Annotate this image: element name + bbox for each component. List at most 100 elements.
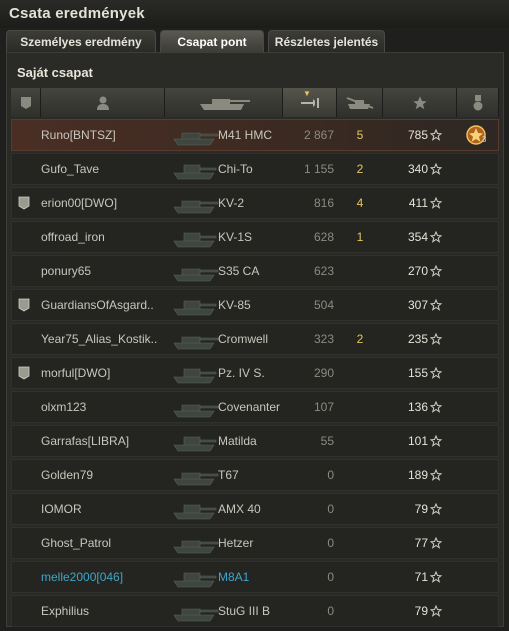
experience-star-icon xyxy=(412,95,427,109)
kills-value xyxy=(348,494,372,524)
vehicle-name: KV-85 xyxy=(218,298,251,312)
experience-star-icon xyxy=(430,299,442,311)
tank-icon xyxy=(173,336,219,350)
table-row[interactable]: Exphilius StuG III B 0 79 xyxy=(11,595,499,627)
table-row[interactable]: Year75_Alias_Kostik.. Cromwell 323 2 235 xyxy=(11,323,499,355)
player-name: ponury65 xyxy=(41,264,92,278)
table-row[interactable]: offroad_iron KV-1S 628 1 354 xyxy=(11,221,499,253)
table-row[interactable]: morful[DWO] Pz. IV S. 290 155 xyxy=(11,357,499,389)
damage-value: 504 xyxy=(313,298,334,312)
kills-value xyxy=(348,460,372,490)
clan-column-header[interactable] xyxy=(11,88,41,117)
player-name: melle2000[046] xyxy=(41,570,124,584)
table-row[interactable]: Runo[BNTSZ] M41 HMC 2 867 5 785 3 xyxy=(11,119,499,151)
experience-value: 79 xyxy=(414,502,428,516)
damage-value: 107 xyxy=(313,400,334,414)
medal-icon xyxy=(473,94,482,110)
player-name: Year75_Alias_Kostik.. xyxy=(41,332,158,346)
experience-star-icon xyxy=(430,537,442,549)
experience-value: 411 xyxy=(408,196,428,210)
experience-value: 307 xyxy=(407,298,428,312)
experience-star-icon xyxy=(430,197,442,209)
experience-value: 270 xyxy=(407,264,428,278)
tank-icon xyxy=(173,200,219,214)
table-row[interactable]: Gufo_Tave Chi-To 1 155 2 340 xyxy=(11,153,499,185)
title-bar: Csata eredmények xyxy=(0,0,509,28)
damage-value: 323 xyxy=(313,332,334,346)
experience-value: 354 xyxy=(407,230,428,244)
vehicle-name: Hetzer xyxy=(218,536,254,550)
vehicle-name: Chi-To xyxy=(218,162,253,176)
medal-count: 3 xyxy=(482,135,487,144)
tank-icon xyxy=(173,572,217,588)
kills-value xyxy=(348,596,372,626)
experience-star-icon xyxy=(430,163,442,175)
experience-star-icon xyxy=(430,231,442,243)
player-name: Ghost_Patrol xyxy=(41,536,112,550)
tab-personal-results[interactable]: Személyes eredmény xyxy=(6,30,156,52)
vehicle-column-header[interactable] xyxy=(165,88,283,117)
experience-value: 235 xyxy=(407,332,428,346)
vehicle-name: StuG III B xyxy=(218,604,271,618)
table-row[interactable]: erion00[DWO] KV-2 816 4 411 xyxy=(11,187,499,219)
player-name: Garrafas[LIBRA] xyxy=(41,434,130,448)
vehicle-name: T67 xyxy=(218,468,239,482)
table-row[interactable]: IOMOR AMX 40 0 79 xyxy=(11,493,499,525)
tank-icon xyxy=(173,300,217,316)
team-title: Saját csapat xyxy=(17,65,93,80)
tank-icon xyxy=(173,540,219,554)
experience-star-icon xyxy=(430,503,442,515)
player-icon xyxy=(96,96,109,110)
vehicle-name: Cromwell xyxy=(218,332,269,346)
experience-value: 77 xyxy=(414,536,428,550)
damage-value: 816 xyxy=(313,196,334,210)
player-name: GuardiansOfAsgard.. xyxy=(41,298,154,312)
kills-value: 2 xyxy=(356,332,364,346)
kills-value: 1 xyxy=(356,230,364,244)
player-name: Runo[BNTSZ] xyxy=(41,128,116,142)
kills-value xyxy=(348,528,372,558)
damage-column-header[interactable]: ▼ xyxy=(283,88,337,117)
player-column-header[interactable] xyxy=(41,88,165,117)
kills-value xyxy=(348,426,372,456)
tank-icon xyxy=(173,232,217,248)
tank-icon xyxy=(173,608,219,622)
kills-value: 5 xyxy=(356,128,364,142)
tank-icon xyxy=(173,132,219,146)
vehicle-name: S35 CA xyxy=(218,264,260,278)
tab-detailed-report[interactable]: Részletes jelentés xyxy=(268,30,385,52)
tab-team-score[interactable]: Csapat pont xyxy=(160,30,264,52)
experience-star-icon xyxy=(430,367,442,379)
table-row[interactable]: ponury65 S35 CA 623 270 xyxy=(11,255,499,287)
kills-value xyxy=(348,256,372,286)
table-row[interactable]: melle2000[046] M8A1 0 71 xyxy=(11,561,499,593)
tank-icon xyxy=(173,472,219,486)
kills-column-header[interactable] xyxy=(337,88,383,117)
vehicle-name: KV-2 xyxy=(218,196,245,210)
damage-value: 0 xyxy=(327,570,334,584)
tank-icon xyxy=(199,98,250,110)
experience-star-icon xyxy=(430,605,442,617)
experience-value: 340 xyxy=(407,162,428,176)
table-row[interactable]: Ghost_Patrol Hetzer 0 77 xyxy=(11,527,499,559)
table-row[interactable]: Garrafas[LIBRA] Matilda 55 101 xyxy=(11,425,499,457)
kills-value xyxy=(348,290,372,320)
kills-value: 2 xyxy=(356,162,364,176)
table-row[interactable]: olxm123 Covenanter 107 136 xyxy=(11,391,499,423)
clan-icon xyxy=(20,96,31,109)
damage-value: 0 xyxy=(327,604,334,618)
vehicle-name: Pz. IV S. xyxy=(218,366,265,380)
experience-column-header[interactable] xyxy=(383,88,457,117)
table-row[interactable]: GuardiansOfAsgard.. KV-85 504 307 xyxy=(11,289,499,321)
medal-column-header[interactable] xyxy=(457,88,499,117)
vehicle-name: AMX 40 xyxy=(218,502,261,516)
clan-badge-icon xyxy=(18,366,30,380)
tab-bar: Személyes eredmény Csapat pont Részletes… xyxy=(6,30,504,52)
kills-icon xyxy=(346,96,373,109)
damage-value: 0 xyxy=(327,468,334,482)
experience-star-icon xyxy=(430,265,442,277)
player-name: offroad_iron xyxy=(41,230,105,244)
tank-icon xyxy=(173,164,217,180)
table-row[interactable]: Golden79 T67 0 189 xyxy=(11,459,499,491)
experience-value: 79 xyxy=(414,604,428,618)
